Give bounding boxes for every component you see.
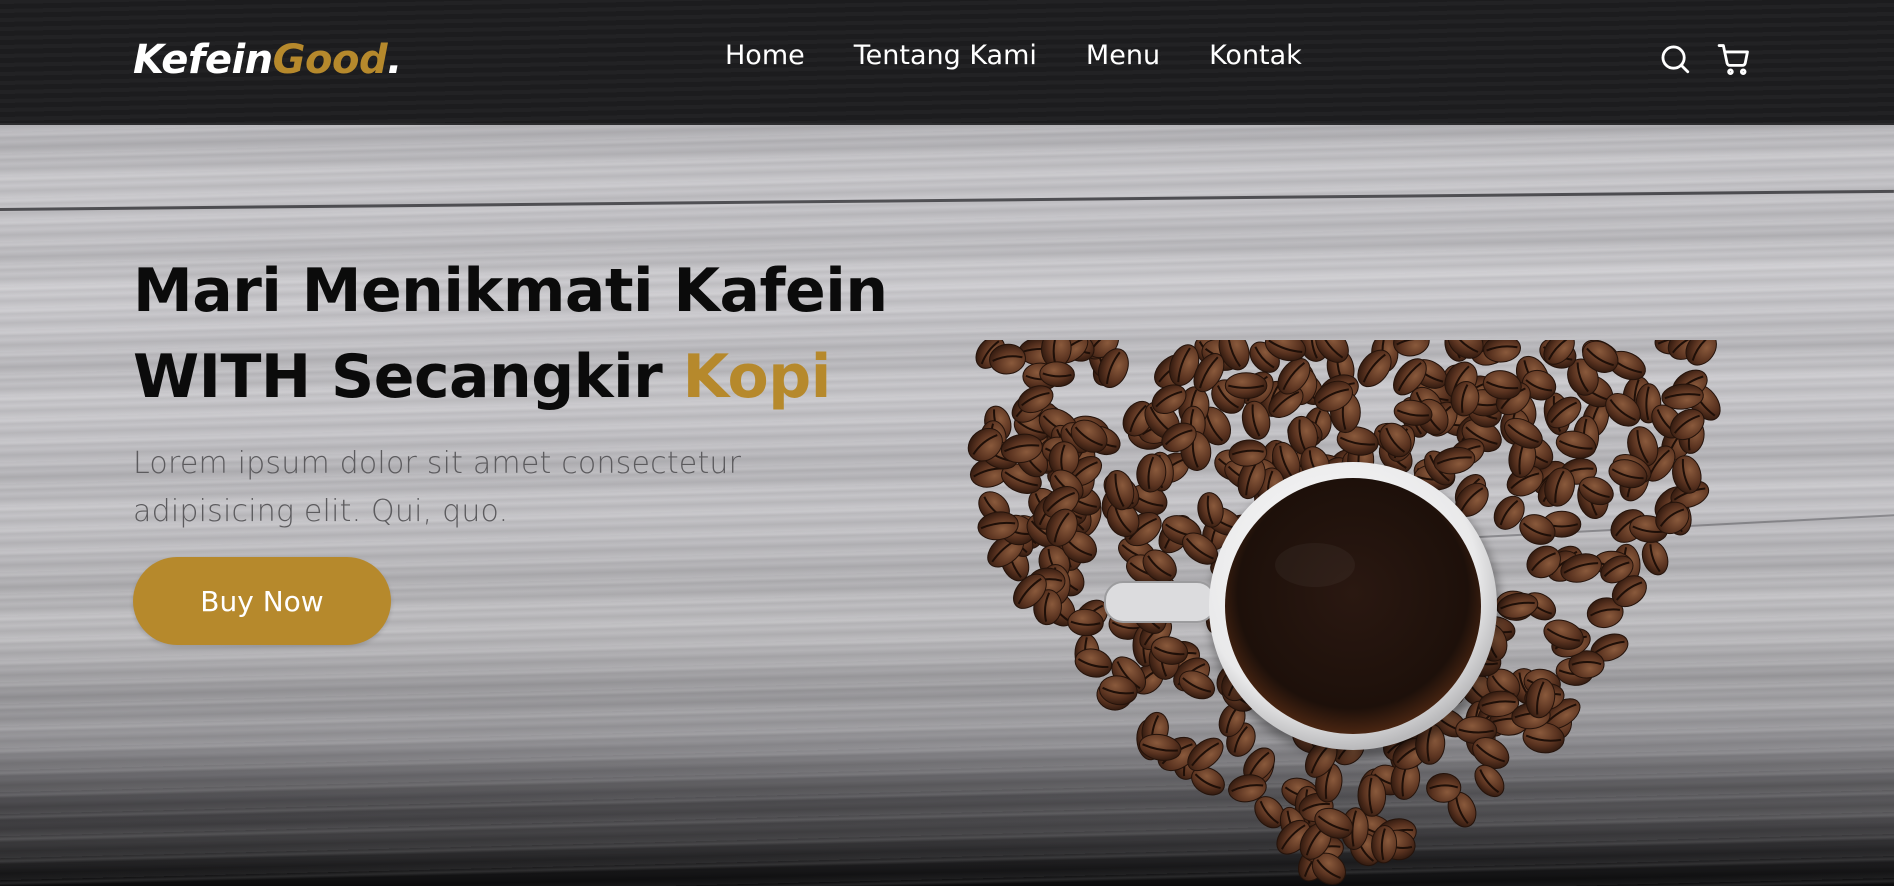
coffee-bean — [1357, 774, 1387, 817]
nav-link-tentang-kami[interactable]: Tentang Kami — [854, 40, 1037, 71]
nav-link-menu[interactable]: Menu — [1086, 40, 1160, 71]
coffee-heart-image — [960, 340, 1730, 886]
buy-now-button[interactable]: Buy Now — [133, 557, 391, 645]
hero-title-line2: WITH Secangkir — [133, 342, 683, 412]
hero-description: Lorem ipsum dolor sit amet consectetur a… — [133, 446, 742, 529]
hero-title: Mari Menikmati Kafein WITH Secangkir Kop… — [133, 248, 888, 420]
brand-name-main: Kefein — [133, 37, 273, 83]
coffee-bean — [1641, 540, 1669, 576]
coffee-bean — [1426, 772, 1462, 803]
brand-logo[interactable]: KefeinGood. — [133, 37, 402, 83]
nav-link-kontak[interactable]: Kontak — [1209, 40, 1302, 71]
hero-title-line1: Mari Menikmati Kafein — [133, 256, 888, 326]
main-nav: Home Tentang Kami Menu Kontak — [725, 40, 1351, 71]
nav-link-home[interactable]: Home — [725, 40, 805, 71]
shopping-cart-icon — [1717, 44, 1749, 76]
coffee-bean — [1224, 372, 1268, 399]
landing-page: KefeinGood. Home Tentang Kami Menu Konta… — [0, 0, 1894, 886]
navbar: KefeinGood. Home Tentang Kami Menu Konta… — [0, 0, 1894, 125]
search-icon — [1661, 45, 1690, 74]
brand-name-accent: Good — [272, 37, 388, 83]
search-button[interactable] — [1658, 42, 1692, 76]
brand-name-dot: . — [387, 37, 402, 83]
hero-title-accent: Kopi — [682, 342, 832, 412]
cart-button[interactable] — [1717, 42, 1751, 76]
